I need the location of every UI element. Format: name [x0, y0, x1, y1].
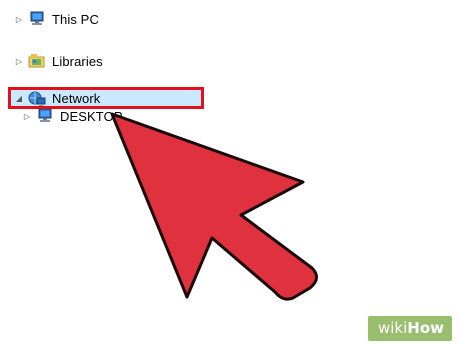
watermark-part1: wiki: [377, 319, 408, 337]
wikihow-watermark: wikiHow: [367, 316, 452, 341]
pointer-arrow-icon: [110, 112, 318, 301]
watermark-part2: How: [407, 319, 444, 337]
